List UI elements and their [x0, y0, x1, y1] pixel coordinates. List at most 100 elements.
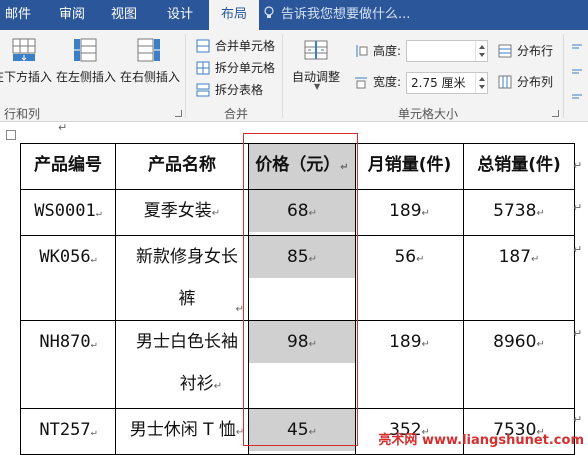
- distribute-rows-icon: [498, 44, 512, 58]
- width-value: 2.75 厘米: [411, 76, 466, 90]
- tab-mailings[interactable]: 邮件: [0, 0, 36, 30]
- name-cell[interactable]: 新款修身女长裤 ↵: [115, 235, 249, 321]
- lightbulb-icon: [264, 6, 274, 18]
- tab-view[interactable]: 视图: [104, 0, 144, 30]
- header-cell[interactable]: 总销量(件): [463, 143, 575, 190]
- product-code: NH870: [39, 332, 91, 352]
- group-divider: [185, 34, 186, 118]
- product-name-line1: 新款修身女长: [136, 247, 238, 267]
- product-code: WK056: [39, 247, 91, 267]
- tab-layout[interactable]: 布局: [209, 0, 259, 30]
- header-cell[interactable]: 月销量(件): [355, 143, 464, 190]
- monthly-cell[interactable]: 189↵: [355, 320, 464, 409]
- merge-cells-label: 合并单元格: [215, 39, 276, 53]
- document-area[interactable]: ↵ 产品编号 产品名称 价格（元）↵ 月销量(件) 总销量(件) WS0001↵…: [0, 121, 588, 455]
- align-middle-left-icon[interactable]: [571, 64, 585, 78]
- cell-size-launcher-icon[interactable]: [552, 110, 559, 117]
- product-name-line2: 衬衫: [179, 374, 214, 394]
- monthly-value: 56: [394, 247, 417, 267]
- header-cell[interactable]: 产品编号: [20, 143, 116, 190]
- distribute-cols-icon: [498, 75, 512, 89]
- monthly-cell[interactable]: 56↵: [355, 235, 464, 321]
- autofit-button[interactable]: 自动调整 ▼: [288, 34, 344, 98]
- insert-right-label: 在右侧插入: [120, 70, 181, 84]
- distribute-rows-label: 分布行: [517, 44, 554, 58]
- row-end-mark: ↵: [573, 159, 583, 172]
- tell-me-text: 告诉我您想要做什么...: [281, 7, 411, 22]
- total-cell[interactable]: 8960↵: [463, 320, 575, 409]
- width-input[interactable]: 2.75 厘米: [406, 72, 488, 94]
- rows-cols-group-label: 行和列: [4, 107, 41, 121]
- insert-below-icon: [12, 38, 36, 61]
- name-cell[interactable]: 夏季女装↵: [115, 189, 249, 236]
- watermark: 亮术网 www.liangshunet.com: [378, 433, 584, 448]
- header-total-sales: 总销量(件): [477, 155, 561, 175]
- total-value: 5738: [493, 201, 537, 221]
- ribbon-tab-bar: 邮件 审阅 视图 设计 布局 告诉我您想要做什么...: [0, 0, 588, 30]
- height-label-text: 高度:: [373, 44, 402, 58]
- split-cells-label: 拆分单元格: [215, 61, 276, 75]
- insert-below-button[interactable]: 在下方插入: [0, 34, 52, 98]
- width-label: 宽度:: [354, 72, 404, 92]
- distribute-cols-label: 分布列: [517, 75, 554, 89]
- code-cell[interactable]: WS0001↵: [20, 189, 116, 236]
- width-spinner[interactable]: [475, 73, 487, 93]
- monthly-value: 189: [389, 332, 422, 352]
- insert-right-button[interactable]: 在右侧插入: [120, 34, 182, 98]
- split-cells-icon: [196, 61, 210, 75]
- total-value: 8960: [493, 332, 537, 352]
- product-code: NT257: [39, 420, 91, 440]
- align-top-left-icon[interactable]: [571, 42, 585, 56]
- table-move-handle-icon[interactable]: [6, 130, 16, 140]
- price-column-highlight: [243, 133, 358, 446]
- tab-design[interactable]: 设计: [158, 0, 202, 30]
- height-spinner[interactable]: [475, 41, 487, 61]
- name-cell[interactable]: 男士休闲 T 恤↵: [115, 408, 249, 455]
- split-table-label: 拆分表格: [215, 83, 264, 97]
- code-cell[interactable]: NH870↵: [20, 320, 116, 409]
- height-label: 高度:: [354, 41, 404, 61]
- name-cell[interactable]: 男士白色长袖 衬衫↵: [115, 320, 249, 409]
- monthly-value: 189: [389, 201, 422, 221]
- row-end-mark: ↵: [573, 201, 583, 214]
- align-bottom-left-icon[interactable]: [571, 86, 585, 100]
- tab-review[interactable]: 审阅: [52, 0, 92, 30]
- height-input[interactable]: [406, 40, 488, 62]
- total-cell[interactable]: 5738↵: [463, 189, 575, 236]
- monthly-cell[interactable]: 189↵: [355, 189, 464, 236]
- header-monthly-sales: 月销量(件): [367, 155, 452, 175]
- autofit-icon: [304, 40, 328, 60]
- insert-below-label: 在下方插入: [0, 70, 53, 84]
- distribute-rows-button[interactable]: 分布行: [498, 41, 568, 61]
- width-label-text: 宽度:: [373, 75, 402, 89]
- product-name-line2: 裤: [178, 289, 196, 309]
- row-end-mark: ↵: [573, 243, 583, 256]
- insert-left-button[interactable]: 在左侧插入: [56, 34, 118, 98]
- tell-me-search[interactable]: 告诉我您想要做什么...: [263, 0, 410, 30]
- group-divider: [563, 34, 564, 118]
- product-code: WS0001: [34, 201, 96, 221]
- distribute-cols-button[interactable]: 分布列: [498, 72, 568, 92]
- code-cell[interactable]: WK056↵: [20, 235, 116, 321]
- header-cell[interactable]: 产品名称: [115, 143, 249, 190]
- product-name: 男士休闲 T 恤: [129, 420, 236, 440]
- product-name-line1: 男士白色长袖: [136, 332, 238, 352]
- row-end-mark: ↵: [573, 413, 583, 426]
- header-product-code: 产品编号: [34, 155, 102, 175]
- rows-cols-launcher-icon[interactable]: [175, 110, 182, 117]
- row-height-icon: [356, 45, 368, 57]
- product-name: 夏季女装: [143, 201, 212, 221]
- total-cell[interactable]: 187↵: [463, 235, 575, 321]
- merge-group-label: 合并: [224, 107, 249, 121]
- header-product-name: 产品名称: [148, 155, 216, 175]
- split-table-icon: [196, 83, 210, 97]
- insert-right-icon: [137, 38, 160, 62]
- paragraph-mark: ↵: [58, 121, 68, 134]
- cell-size-group-label: 单元格大小: [398, 107, 459, 121]
- insert-left-label: 在左侧插入: [56, 70, 117, 84]
- insert-left-icon: [74, 38, 97, 62]
- code-cell[interactable]: NT257↵: [20, 408, 116, 455]
- chevron-down-icon: ▼: [314, 82, 321, 91]
- group-divider: [282, 34, 283, 118]
- merge-cells-icon: [196, 39, 210, 53]
